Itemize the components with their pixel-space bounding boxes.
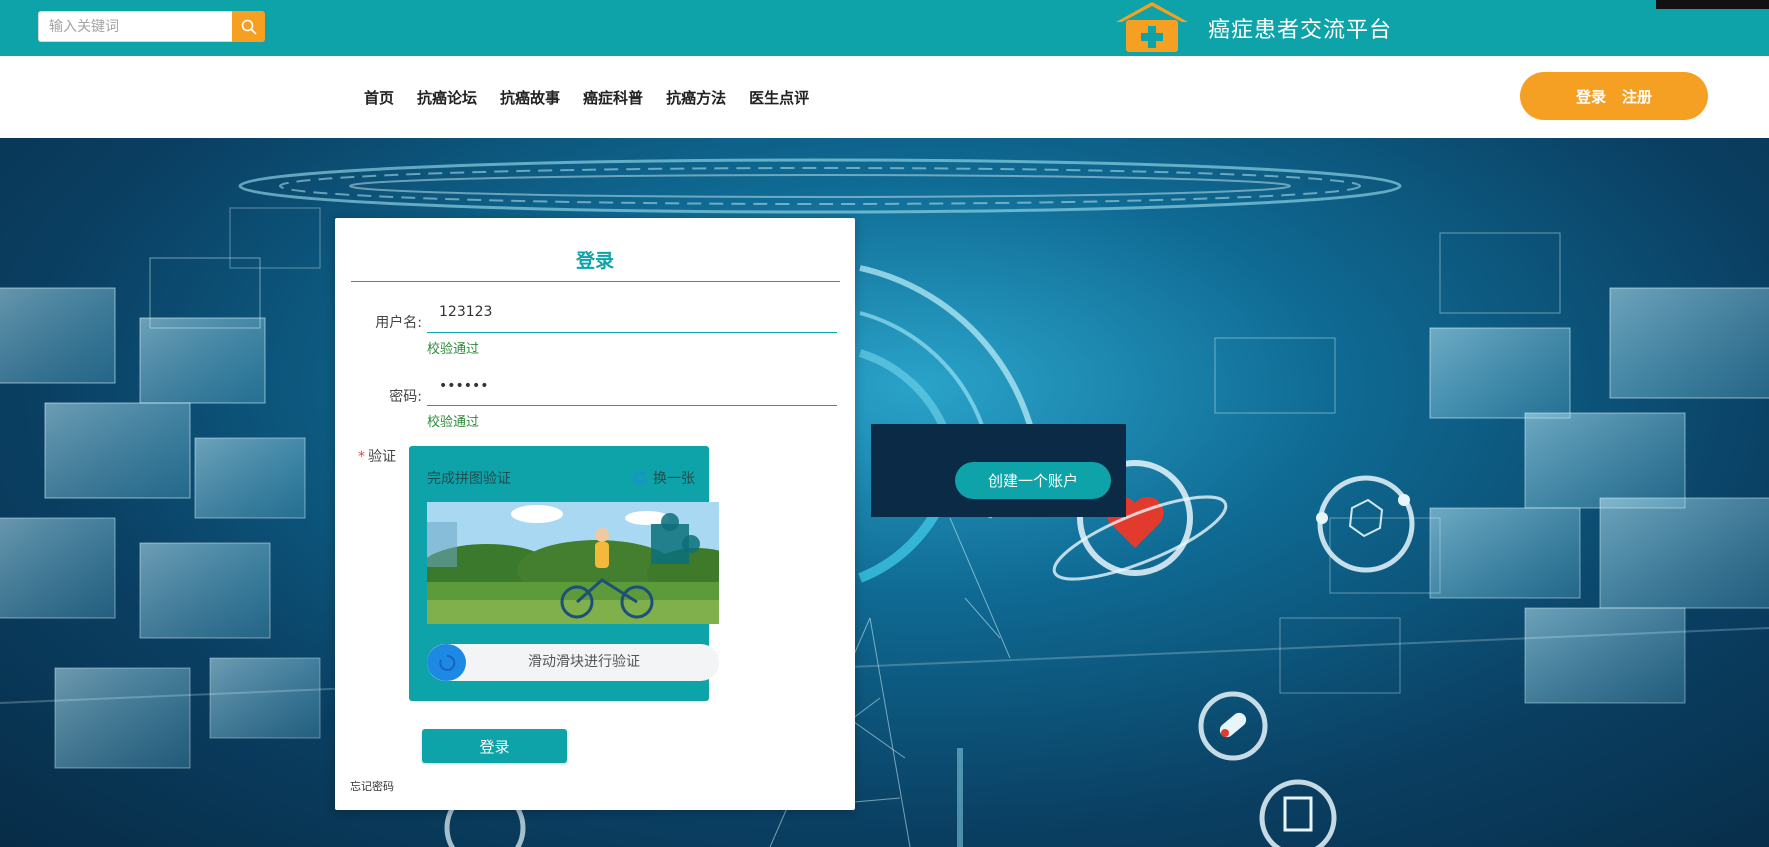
create-account-button[interactable]: 创建一个账户 xyxy=(955,462,1111,499)
register-panel: 创建一个账户 xyxy=(871,424,1126,517)
login-card: 登录 用户名: 123123 校验通过 密码: •••••• 校验通过 * 验证 … xyxy=(335,218,855,810)
captcha-label-text: 验证 xyxy=(368,449,396,465)
captcha-title: 完成拼图验证 xyxy=(427,471,511,487)
captcha-refresh-label: 换一张 xyxy=(653,471,695,487)
refresh-icon xyxy=(634,471,646,484)
nav-item-methods[interactable]: 抗癌方法 xyxy=(666,87,726,108)
nav-item-forum[interactable]: 抗癌论坛 xyxy=(417,87,477,108)
title-divider xyxy=(351,281,840,282)
nav-item-home[interactable]: 首页 xyxy=(364,87,394,108)
search-box xyxy=(38,11,265,42)
username-label: 用户名: xyxy=(375,315,422,331)
login-title: 登录 xyxy=(575,250,614,272)
captcha-image xyxy=(427,502,719,624)
password-field[interactable]: •••••• xyxy=(439,378,489,394)
site-title: 癌症患者交流平台 xyxy=(1208,18,1393,43)
search-input[interactable] xyxy=(38,11,232,42)
required-mark: * xyxy=(358,449,365,465)
puzzle-picture xyxy=(427,502,719,624)
top-header-bar: 癌症患者交流平台 xyxy=(0,0,1769,56)
forgot-password-link[interactable]: 忘记密码 xyxy=(350,778,394,794)
login-submit-button[interactable]: 登录 xyxy=(422,729,567,763)
captcha-label: * 验证 xyxy=(335,446,396,466)
search-icon xyxy=(241,19,256,34)
login-link[interactable]: 登录 xyxy=(1576,86,1606,107)
slider-hint: 滑动滑块进行验证 xyxy=(528,654,640,670)
nav-item-doctor-reviews[interactable]: 医生点评 xyxy=(749,87,809,108)
navbar: 首页 抗癌论坛 抗癌故事 癌症科普 抗癌方法 医生点评 登录 注册 xyxy=(0,56,1769,138)
auth-button-group: 登录 注册 xyxy=(1520,72,1708,120)
username-underline xyxy=(427,332,837,333)
nav-item-science[interactable]: 癌症科普 xyxy=(583,87,643,108)
brand: 癌症患者交流平台 xyxy=(1112,0,1392,56)
slider-arrow-icon xyxy=(438,654,455,671)
nav-item-stories[interactable]: 抗癌故事 xyxy=(500,87,560,108)
username-status: 校验通过 xyxy=(427,342,480,357)
house-plus-logo-icon xyxy=(1116,2,1188,52)
captcha-slider-track[interactable]: 滑动滑块进行验证 xyxy=(427,644,719,681)
password-status: 校验通过 xyxy=(427,415,480,430)
puzzle-captcha: 完成拼图验证 换一张 滑动滑块进行验证 xyxy=(409,446,719,701)
username-field[interactable]: 123123 xyxy=(439,304,492,320)
captcha-refresh-button[interactable]: 换一张 xyxy=(633,468,695,488)
corner-dark-block xyxy=(1656,0,1769,9)
slider-handle[interactable] xyxy=(427,644,466,681)
password-label: 密码: xyxy=(389,389,422,405)
search-button[interactable] xyxy=(232,11,265,42)
main-nav: 首页 抗癌论坛 抗癌故事 癌症科普 抗癌方法 医生点评 xyxy=(364,56,832,138)
password-underline xyxy=(427,405,837,406)
register-link[interactable]: 注册 xyxy=(1622,86,1652,107)
